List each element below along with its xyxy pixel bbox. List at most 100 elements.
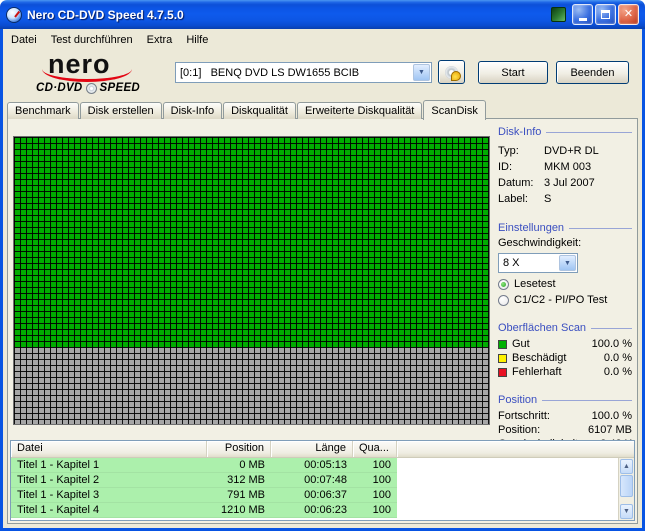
scroll-down-icon[interactable]: ▼ [620, 504, 633, 519]
cell-datei: Titel 1 - Kapitel 1 [17, 459, 100, 471]
legend-damaged: Beschädigt 0.0 % [498, 351, 632, 365]
scan-surface-grid [13, 136, 490, 425]
damaged-label: Beschädigt [512, 352, 567, 364]
id-value: MKM 003 [544, 161, 592, 173]
menu-extra[interactable]: Extra [140, 32, 180, 48]
tab-disk-erstellen[interactable]: Disk erstellen [79, 102, 162, 119]
table-row[interactable]: Titel 1 - Kapitel 3 791 MB 00:06:37 100 [11, 488, 397, 503]
unscanned-region [14, 346, 489, 424]
disk-info-row-label: Label: S [498, 191, 632, 207]
header-position[interactable]: Position [207, 441, 271, 457]
datum-value: 3 Jul 2007 [544, 177, 595, 189]
disc-icon [85, 82, 97, 94]
cell-datei: Titel 1 - Kapitel 3 [17, 489, 100, 501]
maximize-icon [601, 10, 610, 19]
typ-label: Typ: [498, 145, 519, 157]
menubar: Datei Test durchführen Extra Hilfe [4, 31, 215, 49]
tab-disk-info[interactable]: Disk-Info [162, 102, 223, 119]
settings-title-text: Einstellungen [498, 222, 565, 234]
app-window: Nero CD-DVD Speed 4.7.5.0 ✕ Datei Test d… [0, 0, 645, 531]
disk-info-title-text: Disk-Info [498, 126, 542, 138]
table-scrollbar[interactable]: ▲ ▼ [618, 458, 634, 520]
header-qualitaet[interactable]: Qua... [353, 441, 397, 457]
cell-laenge: 00:05:13 [304, 459, 347, 471]
start-button[interactable]: Start [478, 61, 548, 84]
scrollbar-thumb[interactable] [620, 475, 633, 497]
drive-select-value: [0:1] BENQ DVD LS DW1655 BCIB [180, 66, 360, 79]
green-status-icon[interactable] [551, 7, 566, 22]
table-row[interactable]: Titel 1 - Kapitel 1 0 MB 00:05:13 100 [11, 458, 397, 473]
position-label: Position: [498, 424, 541, 436]
section-rule [591, 327, 632, 329]
tab-benchmark[interactable]: Benchmark [7, 102, 79, 119]
tab-diskqualitaet[interactable]: Diskqualität [223, 102, 296, 119]
position-title-text: Position [498, 394, 538, 406]
menu-test-durchfuehren[interactable]: Test durchführen [44, 32, 140, 48]
label-value: S [544, 193, 552, 205]
speedometer-needle-icon [14, 10, 21, 18]
tab-erweiterte-diskqualitaet[interactable]: Erweiterte Diskqualität [296, 102, 423, 119]
section-rule [542, 399, 632, 401]
cell-qualitaet: 100 [372, 489, 391, 501]
radio-c1c2-pipo[interactable]: C1/C2 - PI/PO Test [498, 293, 632, 307]
cell-position: 1210 MB [220, 504, 265, 516]
titlebar-buttons: ✕ [551, 4, 639, 25]
disk-info-section-title: Disk-Info [498, 125, 632, 139]
disk-info-row-datum: Datum: 3 Jul 2007 [498, 175, 632, 191]
position-row-progress: Fortschritt: 100.0 % [498, 409, 632, 423]
titlebar: Nero CD-DVD Speed 4.7.5.0 ✕ [0, 0, 645, 29]
good-value: 100.0 % [591, 338, 632, 350]
product-name: CD·DVD SPEED [32, 82, 174, 94]
product-text-left: CD·DVD [36, 82, 83, 94]
scanned-good-region [14, 137, 489, 347]
chevron-down-icon[interactable]: ▼ [413, 64, 430, 81]
chevron-down-icon[interactable]: ▼ [559, 255, 576, 271]
bad-color-swatch [498, 367, 507, 377]
legend-good: Gut 100.0 % [498, 337, 632, 351]
close-icon: ✕ [623, 8, 634, 20]
cell-position: 791 MB [227, 489, 265, 501]
menu-hilfe[interactable]: Hilfe [179, 32, 215, 48]
radio-lesetest[interactable]: Lesetest [498, 277, 632, 291]
scroll-up-icon[interactable]: ▲ [620, 459, 633, 474]
window-title: Nero CD-DVD Speed 4.7.5.0 [27, 7, 184, 22]
cell-qualitaet: 100 [372, 474, 391, 486]
position-value: 6107 MB [587, 424, 632, 436]
header-datei[interactable]: Datei [11, 441, 207, 457]
id-label: ID: [498, 161, 513, 173]
file-table: Datei Position Länge Qua... Titel 1 - Ka… [10, 440, 635, 521]
tab-scandisk[interactable]: ScanDisk [423, 100, 486, 120]
good-label: Gut [512, 338, 530, 350]
damaged-color-swatch [498, 353, 507, 363]
quit-button[interactable]: Beenden [556, 61, 629, 84]
good-color-swatch [498, 339, 507, 349]
settings-section-title: Einstellungen [498, 221, 632, 235]
disk-info-row-id: ID: MKM 003 [498, 159, 632, 175]
table-row[interactable]: Titel 1 - Kapitel 2 312 MB 00:07:48 100 [11, 473, 397, 488]
cell-position: 312 MB [227, 474, 265, 486]
typ-value: DVD+R DL [544, 145, 599, 157]
legend-bad: Fehlerhaft 0.0 % [498, 365, 632, 379]
header-laenge[interactable]: Länge [271, 441, 353, 457]
burn-button[interactable] [438, 60, 465, 84]
drive-select[interactable]: [0:1] BENQ DVD LS DW1655 BCIB ▼ [175, 62, 432, 83]
menu-datei[interactable]: Datei [4, 32, 44, 48]
damaged-value: 0.0 % [603, 352, 632, 364]
maximize-button[interactable] [595, 4, 616, 25]
cell-datei: Titel 1 - Kapitel 4 [17, 504, 100, 516]
progress-label: Fortschritt: [498, 410, 550, 422]
cell-laenge: 00:06:37 [304, 489, 347, 501]
scrollbar-track[interactable] [619, 497, 634, 503]
radio-unselected-icon [498, 294, 509, 306]
close-button[interactable]: ✕ [618, 4, 639, 25]
cell-datei: Titel 1 - Kapitel 2 [17, 474, 100, 486]
label-label: Label: [498, 193, 528, 205]
section-rule [546, 131, 632, 133]
table-row[interactable]: Titel 1 - Kapitel 4 1210 MB 00:06:23 100 [11, 503, 397, 518]
minimize-button[interactable] [572, 4, 593, 25]
surface-scan-title-text: Oberflächen Scan [498, 322, 587, 334]
c1c2-label: C1/C2 - PI/PO Test [514, 294, 608, 306]
lesetest-label: Lesetest [514, 278, 556, 290]
side-panel: Disk-Info Typ: DVD+R DL ID: MKM 003 Datu… [498, 125, 632, 451]
speed-select[interactable]: 8 X ▼ [498, 253, 578, 273]
